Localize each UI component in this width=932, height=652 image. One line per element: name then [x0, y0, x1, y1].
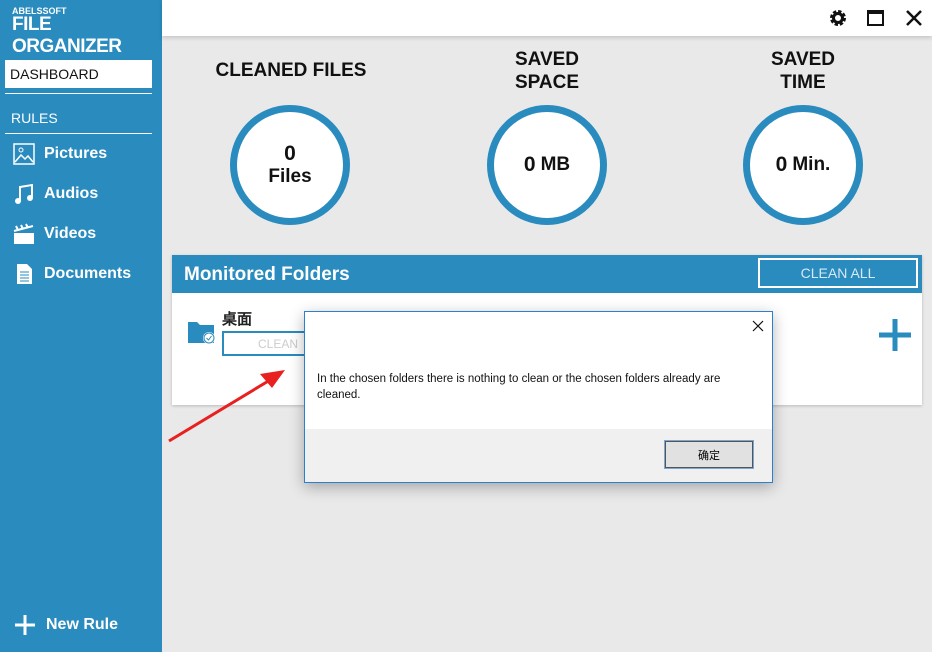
saved-time-circle: 0 Min. [743, 105, 863, 225]
new-rule-label: New Rule [46, 616, 119, 633]
music-icon [15, 183, 33, 204]
sidebar-item-pictures[interactable]: Pictures [13, 143, 107, 165]
sidebar-item-label: Videos [44, 225, 97, 242]
folder-name: 桌面 [222, 311, 253, 328]
folder-icon [188, 322, 215, 344]
maximize-icon[interactable] [866, 8, 886, 28]
gear-icon[interactable] [828, 8, 848, 28]
close-icon[interactable] [904, 8, 924, 28]
dialog-footer: 确定 [305, 429, 772, 482]
clapperboard-icon [13, 223, 34, 244]
sidebar-item-documents[interactable]: Documents [13, 263, 131, 285]
stat-title: SAVED TIME [770, 49, 836, 93]
stat-unit: Min. [792, 154, 831, 175]
sidebar-item-audios[interactable]: Audios [13, 183, 98, 205]
plus-icon [15, 615, 35, 635]
sidebar-item-videos[interactable]: Videos [13, 223, 96, 245]
stat-value: 0 [523, 153, 536, 176]
app-logo: ABELSSOFT FILE ORGANIZER [12, 6, 162, 58]
ok-button[interactable]: 确定 [664, 440, 754, 469]
panel-title: Monitored Folders [184, 264, 350, 285]
close-icon[interactable] [752, 320, 764, 332]
stat-title: CLEANED FILES [215, 60, 367, 81]
dialog-message: In the chosen folders there is nothing t… [317, 373, 721, 401]
stat-value: 0 [775, 153, 788, 176]
document-icon [17, 264, 32, 284]
sidebar-item-label: Audios [44, 185, 99, 202]
brand-name: FILE ORGANIZER [12, 14, 122, 57]
stat-title: SAVED SPACE [514, 49, 580, 93]
sidebar: ABELSSOFT FILE ORGANIZER DASHBOARD RULES… [0, 0, 162, 652]
sidebar-item-label: Pictures [44, 145, 108, 162]
stat-unit: Files [268, 166, 312, 187]
panel-header: Monitored Folders CLEAN ALL [172, 255, 922, 293]
clean-all-button[interactable]: CLEAN ALL [758, 258, 918, 288]
add-folder-icon[interactable] [878, 318, 912, 352]
red-arrow-annotation [168, 370, 285, 443]
sidebar-item-dashboard[interactable]: DASHBOARD [5, 60, 152, 88]
cleaned-files-circle: 0 Files [230, 105, 350, 225]
divider [5, 93, 152, 94]
stat-value: 0 [284, 142, 296, 165]
message-dialog: In the chosen folders there is nothing t… [304, 311, 773, 483]
divider [5, 133, 152, 134]
title-bar [162, 0, 932, 36]
new-rule-button[interactable]: New Rule [14, 614, 118, 636]
saved-space-circle: 0 MB [487, 105, 607, 225]
picture-icon [13, 143, 35, 165]
rules-heading: RULES [11, 110, 58, 126]
sidebar-item-label: Documents [44, 265, 132, 282]
stat-unit: MB [540, 154, 571, 175]
